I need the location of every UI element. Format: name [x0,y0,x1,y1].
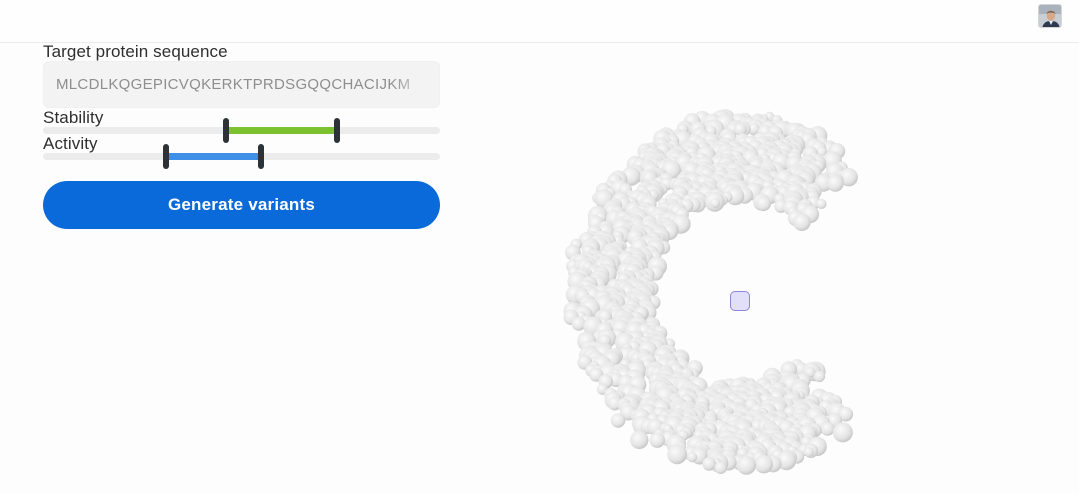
top-bar [0,0,1079,43]
atom-sphere [793,213,811,231]
atom-sphere [832,422,853,443]
selection-marker[interactable] [730,291,750,311]
activity-range-fill [166,153,262,160]
atom-sphere [754,455,774,474]
sequence-label: Target protein sequence [43,42,228,61]
atom-sphere [714,461,727,475]
atom-sphere [710,198,721,208]
atom-sphere [667,444,687,465]
stability-label: Stability [43,108,104,127]
atom-sphere [826,175,844,192]
atom-sphere [803,447,814,457]
protein-structure-viewer[interactable] [560,100,920,475]
stability-slider[interactable] [43,118,440,143]
atom-sphere [687,452,698,463]
activity-max-handle[interactable] [258,144,265,169]
generate-variants-button[interactable]: Generate variants [43,181,440,229]
protein-structure-icon [563,109,858,475]
stability-max-handle[interactable] [333,118,340,143]
user-avatar-icon[interactable] [1038,4,1062,28]
atom-sphere [816,198,827,209]
atom-sphere [610,413,626,428]
atom-sphere [756,196,771,212]
atom-sphere [649,432,665,448]
atom-sphere [736,455,756,475]
atom-sphere [702,457,716,471]
atom-sphere [813,370,826,383]
activity-min-handle[interactable] [163,144,170,169]
activity-label: Activity [43,134,98,153]
activity-slider[interactable] [43,144,440,169]
sequence-input[interactable] [44,62,439,107]
stability-range-fill [225,127,337,134]
stability-min-handle[interactable] [222,118,229,143]
atom-sphere [820,422,835,436]
atom-sphere [630,430,649,450]
sequence-field[interactable] [43,61,440,108]
